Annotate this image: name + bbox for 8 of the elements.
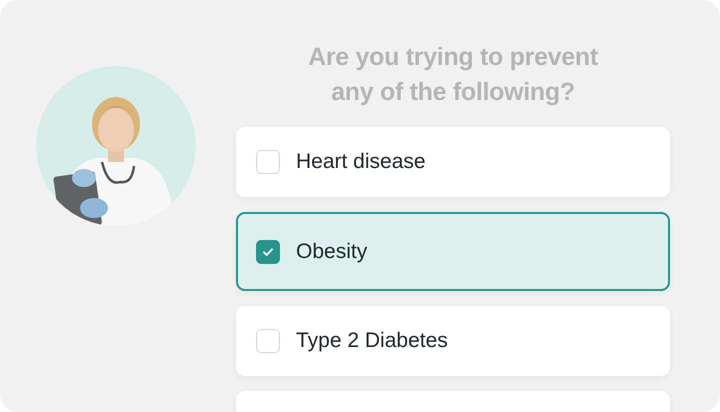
option-label: Type 2 Diabetes	[296, 329, 448, 353]
option-label: Obesity	[296, 240, 368, 264]
checkbox[interactable]	[256, 240, 280, 264]
option-card[interactable]: Type 2 Diabetes	[236, 306, 670, 376]
question-heading: Are you trying to prevent any of the following?	[307, 42, 599, 108]
option-label: Heart disease	[296, 150, 426, 174]
option-card[interactable]: Obesity	[236, 212, 670, 291]
option-card[interactable]: Heart disease	[236, 127, 670, 197]
